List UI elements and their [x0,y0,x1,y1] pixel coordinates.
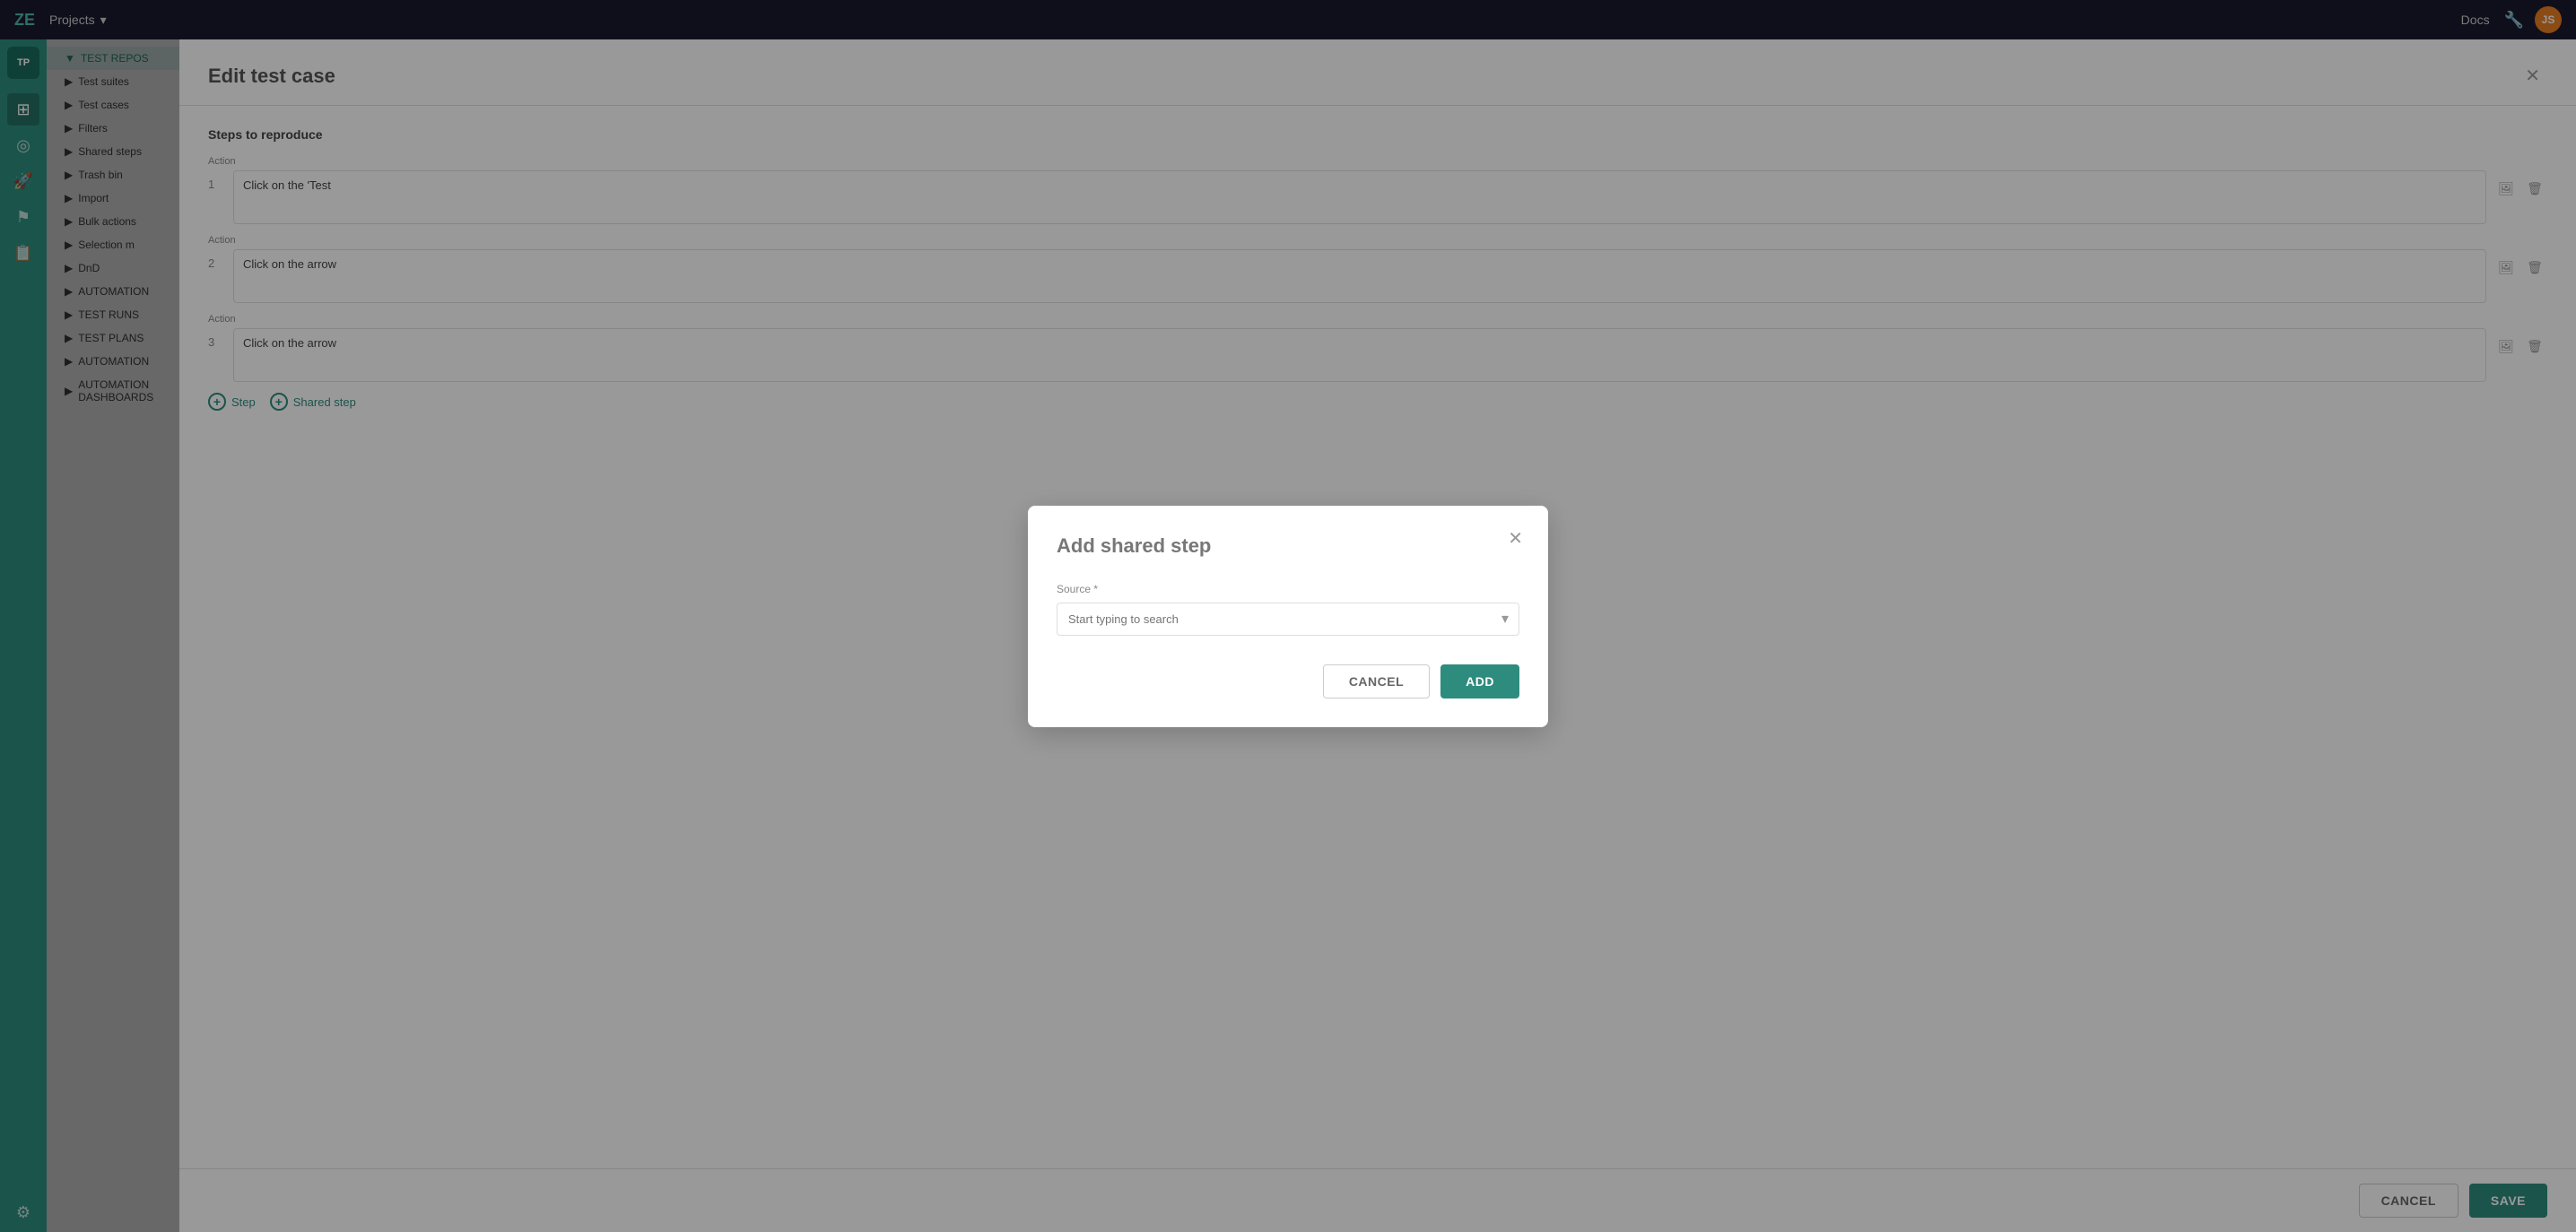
add-shared-step-dialog: ✕ Add shared step Source * ▾ CANCEL ADD [1028,506,1548,727]
dialog-footer: CANCEL ADD [1057,664,1519,698]
source-search-input[interactable] [1057,603,1519,636]
dialog-title: Add shared step [1057,534,1519,558]
dialog-close-button[interactable]: ✕ [1501,524,1530,553]
source-select-wrapper: ▾ [1057,603,1519,636]
dialog-add-button[interactable]: ADD [1440,664,1519,698]
source-label: Source * [1057,583,1519,595]
dialog-cancel-button[interactable]: CANCEL [1323,664,1430,698]
add-shared-step-overlay: ✕ Add shared step Source * ▾ CANCEL ADD [0,0,2576,1232]
